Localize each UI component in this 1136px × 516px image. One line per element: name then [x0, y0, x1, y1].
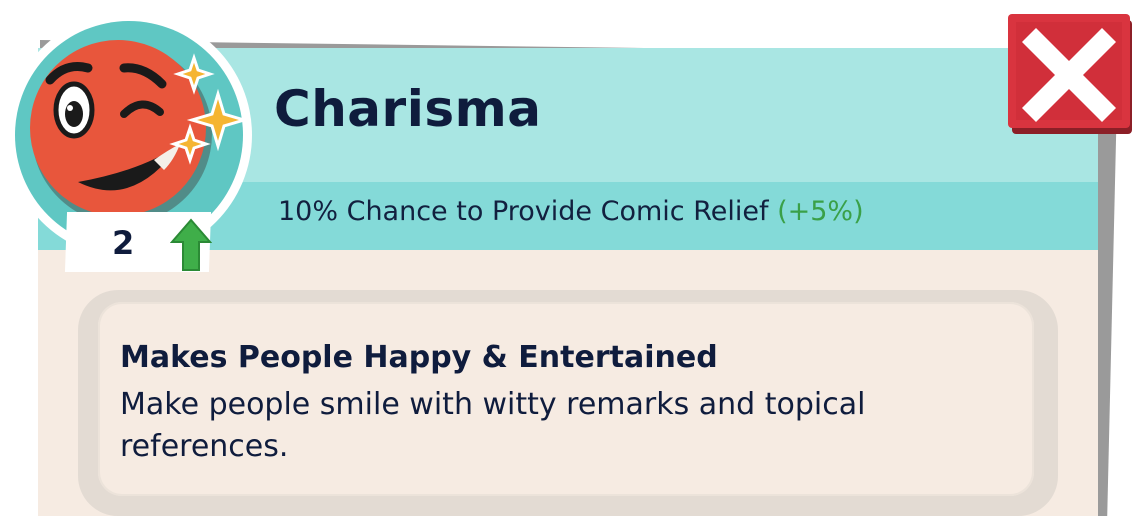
stat-text: 10% Chance to Provide Comic Relief	[278, 196, 769, 227]
description-body: Make people smile with witty remarks and…	[120, 387, 866, 464]
level-up-arrow-icon	[169, 218, 213, 276]
skill-level: 2	[112, 224, 135, 262]
stat-line: 10% Chance to Provide Comic Relief (+5%)	[278, 196, 864, 227]
close-x-icon	[1008, 14, 1132, 134]
description-heading: Makes People Happy & Entertained	[120, 340, 718, 375]
skill-title: Charisma	[274, 80, 542, 138]
close-button[interactable]	[1008, 14, 1136, 138]
stat-bonus: (+5%)	[777, 196, 864, 227]
